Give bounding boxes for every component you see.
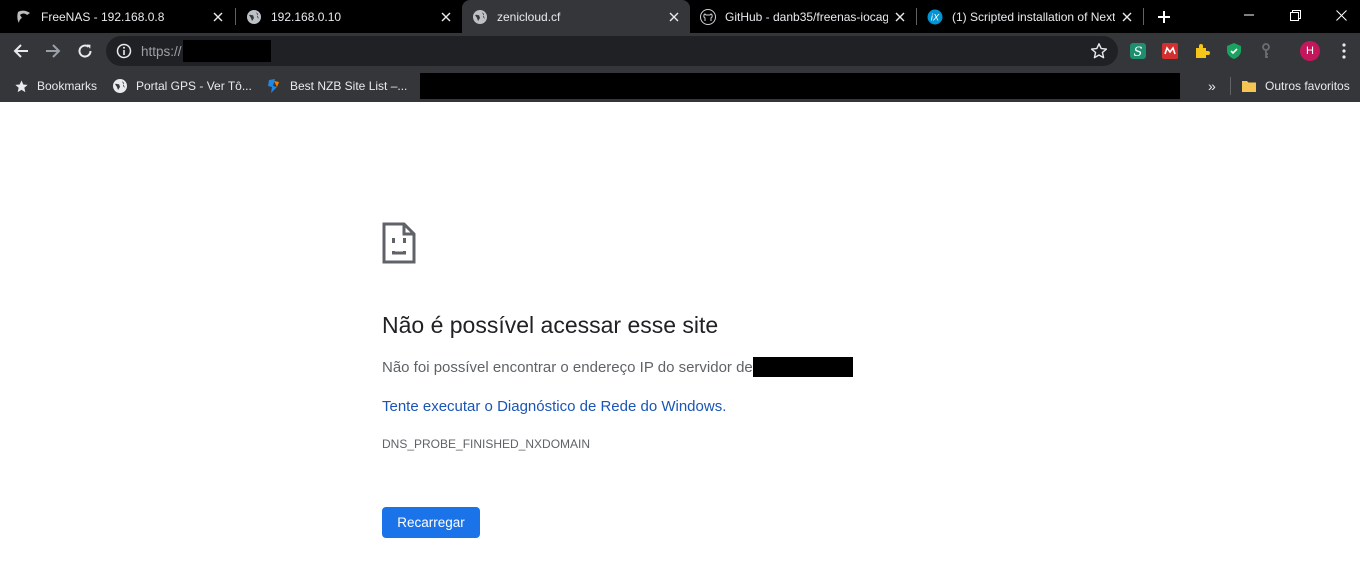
error-code: DNS_PROBE_FINISHED_NXDOMAIN xyxy=(382,437,591,451)
redacted-url xyxy=(183,40,271,62)
close-icon[interactable] xyxy=(892,9,908,25)
error-description: Não foi possível encontrar o endereço IP… xyxy=(382,359,753,376)
reload-icon[interactable] xyxy=(72,38,98,64)
bookmark-star-icon[interactable] xyxy=(1090,42,1108,60)
close-window-button[interactable] xyxy=(1318,0,1360,30)
avatar[interactable]: H xyxy=(1300,41,1320,61)
tab-freenas[interactable]: FreeNAS - 192.168.0.8 xyxy=(6,0,234,33)
minimize-button[interactable] xyxy=(1226,0,1272,30)
bookmark-best-nzb[interactable]: Best NZB Site List –... xyxy=(266,75,407,97)
freenas-icon xyxy=(16,9,32,25)
bookmark-portal-gps[interactable]: Portal GPS - Ver Tô... xyxy=(112,75,252,97)
extension-s-icon[interactable]: S xyxy=(1128,41,1148,61)
error-title: Não é possível acessar esse site xyxy=(382,312,719,338)
globe-icon xyxy=(472,9,488,25)
tab-192-168-0-10[interactable]: 192.168.0.10 xyxy=(236,0,462,33)
bookmarks-bar: Bookmarks Portal GPS - Ver Tô... Best NZ… xyxy=(0,69,1360,102)
redacted-hostname xyxy=(753,357,853,377)
close-icon[interactable] xyxy=(1119,9,1135,25)
bookmark-label: Portal GPS - Ver Tô... xyxy=(136,79,252,93)
bookmark-bookmarks[interactable]: Bookmarks xyxy=(13,75,97,97)
bookmarks-divider xyxy=(1230,77,1231,95)
close-icon[interactable] xyxy=(666,9,682,25)
tab-title: FreeNAS - 192.168.0.8 xyxy=(41,9,165,24)
bookmark-label: Best NZB Site List –... xyxy=(290,79,408,93)
toolbar: https:// S H xyxy=(0,33,1360,69)
new-tab-button[interactable] xyxy=(1152,5,1176,29)
close-icon[interactable] xyxy=(438,9,454,25)
more-bookmarks-icon[interactable]: » xyxy=(1208,78,1216,94)
back-button[interactable] xyxy=(8,38,34,64)
menu-icon[interactable] xyxy=(1336,41,1352,61)
sad-page-icon xyxy=(382,222,416,264)
star-icon xyxy=(13,78,29,94)
info-icon[interactable] xyxy=(116,43,132,59)
tab-title: 192.168.0.10 xyxy=(271,9,342,24)
folder-icon xyxy=(1241,78,1257,94)
extension-puzzle-icon[interactable] xyxy=(1192,41,1212,61)
forward-button[interactable] xyxy=(40,38,66,64)
github-icon xyxy=(700,8,716,25)
tab-strip: FreeNAS - 192.168.0.8 192.168.0.10 zenic… xyxy=(0,0,1360,33)
globe-icon xyxy=(246,9,262,25)
tab-title: zenicloud.cf xyxy=(497,9,561,24)
redacted-bookmarks xyxy=(420,73,1180,99)
nzb-icon xyxy=(266,78,282,94)
tab-github[interactable]: GitHub - danb35/freenas-iocag xyxy=(690,0,916,33)
bookmark-label: Outros favoritos xyxy=(1265,79,1350,93)
extension-key-icon[interactable] xyxy=(1256,41,1276,61)
svg-text:iX: iX xyxy=(931,13,941,23)
gps-icon xyxy=(112,78,128,94)
tab-title: (1) Scripted installation of Next xyxy=(952,9,1115,24)
tab-title: GitHub - danb35/freenas-iocag xyxy=(725,9,888,24)
bookmark-other-favorites[interactable]: Outros favoritos xyxy=(1241,75,1350,97)
url-text[interactable]: https:// xyxy=(141,44,182,59)
reload-button[interactable]: Recarregar xyxy=(382,507,480,538)
network-diagnostics-link[interactable]: Tente executar o Diagnóstico de Rede do … xyxy=(382,398,726,415)
close-icon[interactable] xyxy=(210,9,226,25)
restore-button[interactable] xyxy=(1272,0,1318,30)
extension-m-icon[interactable] xyxy=(1160,41,1180,61)
ix-icon: iX xyxy=(927,9,943,25)
error-page: Não é possível acessar esse site Não foi… xyxy=(0,102,1360,578)
extension-shield-icon[interactable] xyxy=(1224,41,1244,61)
tab-scripted-installation[interactable]: iX (1) Scripted installation of Next xyxy=(917,0,1143,33)
tab-zenicloud[interactable]: zenicloud.cf xyxy=(462,0,690,33)
bookmark-label: Bookmarks xyxy=(37,79,98,93)
address-bar[interactable]: https:// xyxy=(106,36,1118,66)
svg-text:S: S xyxy=(1134,45,1143,60)
